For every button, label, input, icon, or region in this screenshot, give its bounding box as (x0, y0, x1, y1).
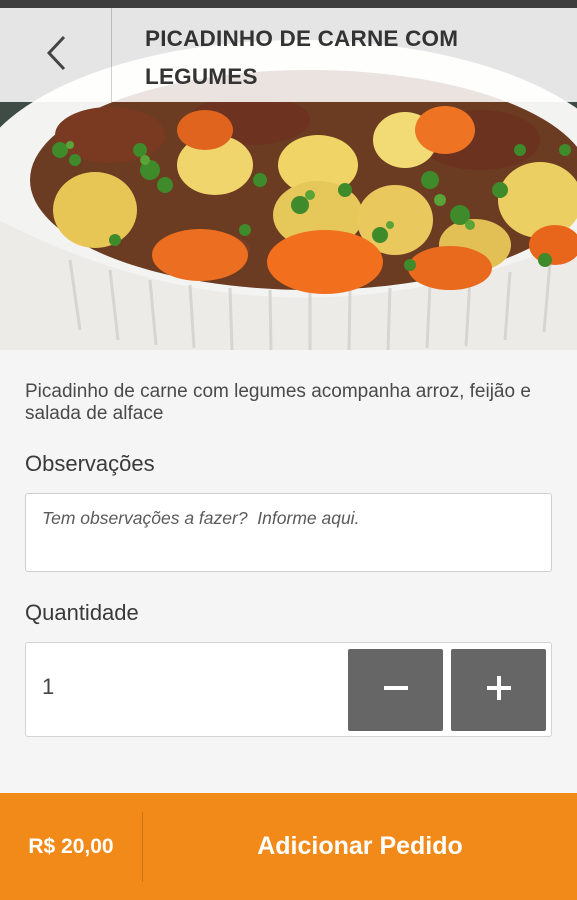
app-header: PICADINHO DE CARNE COM LEGUMES (0, 8, 577, 102)
plus-icon (486, 675, 511, 705)
observations-input[interactable] (25, 493, 552, 572)
back-button[interactable] (0, 8, 112, 102)
quantity-value[interactable]: 1 (42, 674, 54, 700)
chevron-left-icon (45, 35, 67, 76)
product-details: Picadinho de carne com legumes acompanha… (0, 350, 577, 793)
price-label: R$ 20,00 (0, 811, 143, 882)
minus-icon (383, 676, 408, 705)
add-order-button[interactable]: Adicionar Pedido (143, 793, 577, 900)
observations-label: Observações (25, 451, 155, 476)
increment-button[interactable] (451, 649, 546, 731)
decrement-button[interactable] (348, 649, 443, 731)
product-description: Picadinho de carne com legumes acompanha… (25, 381, 531, 424)
page-title: PICADINHO DE CARNE COM LEGUMES (145, 26, 459, 89)
status-bar (0, 0, 577, 8)
order-footer: R$ 20,00 Adicionar Pedido (0, 793, 577, 900)
quantity-label: Quantidade (25, 600, 139, 625)
quantity-stepper: 1 (25, 642, 552, 737)
